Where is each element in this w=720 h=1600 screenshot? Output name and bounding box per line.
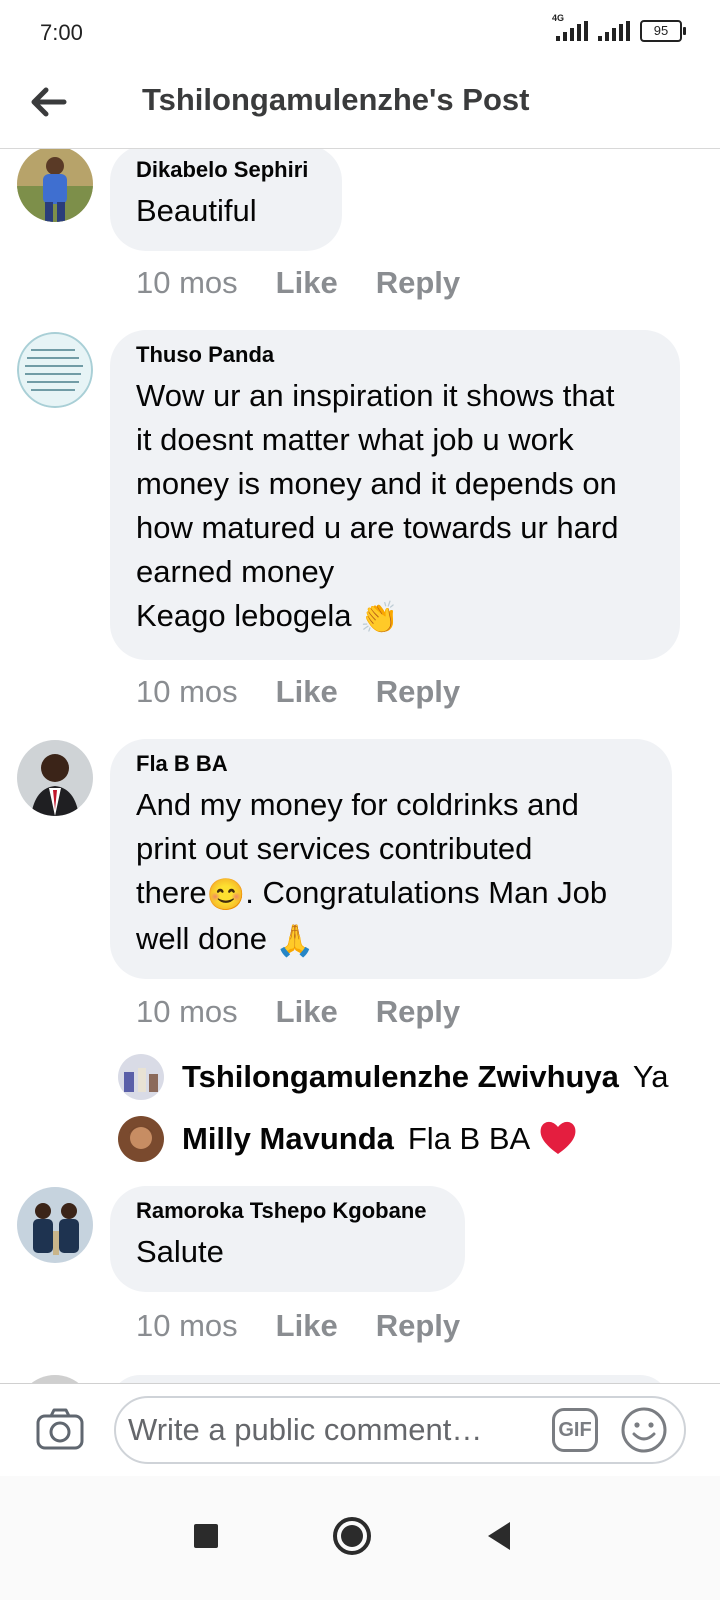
- reply-button[interactable]: Reply: [376, 1308, 460, 1344]
- reply-text: Ya: [632, 1059, 669, 1094]
- comment-author[interactable]: Dikabelo Sephiri: [136, 157, 316, 183]
- smiley-icon[interactable]: [620, 1406, 668, 1454]
- signal-4g-icon: 4G: [552, 13, 588, 41]
- comment-text: Beautiful: [136, 193, 257, 228]
- avatar[interactable]: [118, 1054, 164, 1100]
- comment-bubble[interactable]: Thuso Panda Wow ur an inspiration it sho…: [110, 330, 680, 660]
- comment-text: Salute: [136, 1234, 224, 1269]
- signal-icon: [598, 21, 630, 41]
- comment-actions: 10 mos Like Reply: [136, 994, 460, 1030]
- comment-time[interactable]: 10 mos: [136, 994, 238, 1030]
- comment-bubble[interactable]: Ramoroka Tshepo Kgobane Salute: [110, 1186, 465, 1292]
- circle-home-icon[interactable]: [328, 1512, 376, 1560]
- avatar[interactable]: [17, 149, 93, 222]
- status-icons: 4G 95: [552, 13, 686, 42]
- comment-actions: 10 mos Like Reply: [136, 1308, 460, 1344]
- comment-body: Wow ur an inspiration it shows that it d…: [136, 374, 654, 640]
- comment-input[interactable]: [114, 1396, 686, 1464]
- smiling-face-icon: 😊: [206, 876, 246, 912]
- reply-preview[interactable]: Tshilongamulenzhe Zwivhuya Ya: [118, 1051, 698, 1103]
- avatar[interactable]: [118, 1116, 164, 1162]
- battery-icon: 95: [640, 20, 686, 42]
- comment-time[interactable]: 10 mos: [136, 674, 238, 710]
- system-nav-bar: [0, 1476, 720, 1600]
- comment-bubble[interactable]: Fla B BA And my money for coldrinks and …: [110, 739, 672, 979]
- page-title: Tshilongamulenzhe's Post: [142, 82, 530, 117]
- comment-bubble[interactable]: [110, 1375, 670, 1383]
- reply-text: Fla B BA: [407, 1121, 531, 1156]
- avatar[interactable]: [17, 1187, 93, 1263]
- comment-bubble[interactable]: Dikabelo Sephiri Beautiful: [110, 149, 342, 251]
- like-button[interactable]: Like: [276, 1308, 338, 1344]
- comment-time[interactable]: 10 mos: [136, 265, 238, 301]
- triangle-back-icon[interactable]: [476, 1512, 524, 1560]
- comments-feed[interactable]: Dikabelo Sephiri Beautiful 10 mos Like R…: [0, 149, 720, 1383]
- network-type: 4G: [552, 13, 565, 23]
- back-arrow-icon[interactable]: [26, 80, 70, 124]
- like-button[interactable]: Like: [276, 674, 338, 710]
- like-button[interactable]: Like: [276, 994, 338, 1030]
- gif-icon[interactable]: GIF: [552, 1408, 598, 1452]
- reply-author[interactable]: Tshilongamulenzhe Zwivhuya: [182, 1059, 619, 1095]
- post-header: Tshilongamulenzhe's Post: [0, 68, 720, 149]
- like-button[interactable]: Like: [276, 265, 338, 301]
- folded-hands-icon: 🙏: [275, 922, 315, 958]
- status-bar: 7:00 4G 95: [0, 0, 720, 68]
- reply-button[interactable]: Reply: [376, 994, 460, 1030]
- comment-author[interactable]: Ramoroka Tshepo Kgobane: [136, 1198, 439, 1224]
- comment-actions: 10 mos Like Reply: [136, 265, 460, 301]
- reply-button[interactable]: Reply: [376, 674, 460, 710]
- avatar[interactable]: [17, 332, 93, 408]
- comment-text: Wow ur an inspiration it shows that it d…: [136, 378, 619, 633]
- reply-button[interactable]: Reply: [376, 265, 460, 301]
- avatar[interactable]: [17, 1375, 93, 1383]
- square-icon[interactable]: [182, 1512, 230, 1560]
- avatar[interactable]: [17, 740, 93, 816]
- comment-author[interactable]: Thuso Panda: [136, 342, 654, 368]
- reply-preview[interactable]: Milly Mavunda Fla B BA: [118, 1113, 698, 1165]
- red-heart-icon: [538, 1118, 578, 1161]
- comment-actions: 10 mos Like Reply: [136, 674, 460, 710]
- status-time: 7:00: [40, 20, 83, 45]
- comment-author[interactable]: Fla B BA: [136, 751, 646, 777]
- comment-body: And my money for coldrinks and print out…: [136, 783, 646, 963]
- clapping-hands-icon: 👏: [360, 599, 399, 635]
- comment-composer: GIF: [0, 1383, 720, 1476]
- camera-icon[interactable]: [34, 1404, 86, 1456]
- reply-author[interactable]: Milly Mavunda: [182, 1121, 394, 1157]
- comment-time[interactable]: 10 mos: [136, 1308, 238, 1344]
